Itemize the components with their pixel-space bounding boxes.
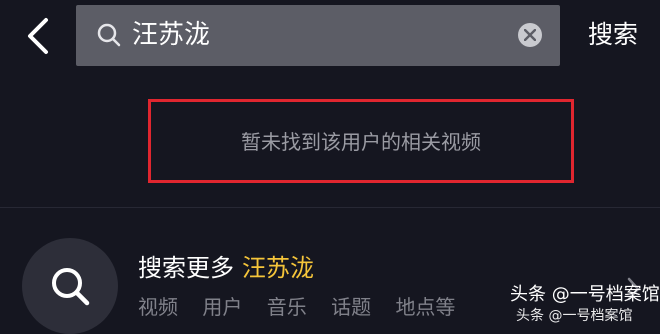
search-button[interactable]: 搜索 [588, 15, 638, 55]
search-more-link[interactable]: 搜索更多 汪苏泷 [138, 251, 314, 285]
clear-search-button[interactable] [518, 23, 542, 47]
search-icon [97, 23, 121, 47]
search-more-icon-button[interactable] [22, 238, 118, 334]
category-music[interactable]: 音乐 [267, 295, 307, 319]
category-user[interactable]: 用户 [202, 295, 242, 319]
clear-circle-icon [524, 29, 536, 41]
empty-result-notice: 暂未找到该用户的相关视频 [148, 99, 574, 183]
search-query-text: 汪苏泷 [132, 20, 211, 50]
chevron-left-icon [28, 18, 48, 54]
divider [0, 207, 660, 208]
category-video[interactable]: 视频 [138, 295, 178, 319]
search-more-keyword: 汪苏泷 [242, 254, 314, 282]
empty-result-message: 暂未找到该用户的相关视频 [241, 130, 481, 154]
category-location[interactable]: 地点等 [395, 295, 455, 319]
search-icon [52, 268, 90, 306]
category-topic[interactable]: 话题 [331, 295, 371, 319]
search-more-label: 搜索更多 [138, 254, 234, 282]
search-input[interactable]: 汪苏泷 [76, 5, 560, 66]
watermark: 头条 @一号档案馆 [510, 284, 660, 305]
back-button[interactable] [20, 14, 60, 58]
watermark-partial: 头条 @一号档案馆 [516, 308, 633, 324]
search-categories: 视频 用户 音乐 话题 地点等 [138, 293, 473, 321]
